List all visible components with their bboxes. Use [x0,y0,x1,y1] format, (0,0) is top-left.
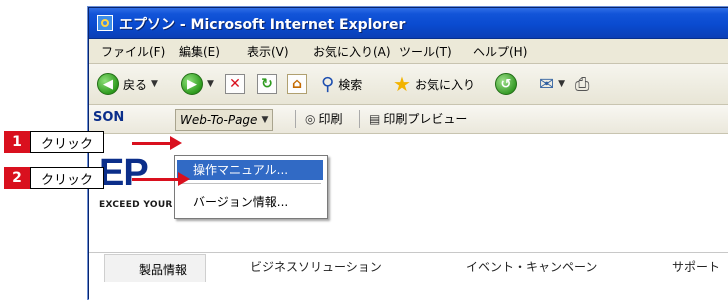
menu-tools[interactable]: ツール(T) [399,43,452,60]
printer-icon: ⎙ [575,73,590,95]
home-button[interactable]: ⌂ [287,72,307,96]
divider [89,252,728,253]
chevron-down-icon: ▼ [207,79,214,89]
chevron-down-icon: ▼ [558,79,566,89]
favorites-button[interactable]: ★ お気に入り [393,72,475,96]
stop-button[interactable]: ✕ [225,72,245,96]
search-button[interactable]: ⚲ 検索 [321,72,362,96]
back-arrow-icon: ◀ [97,73,119,95]
callout-2: 2 クリック [4,167,105,189]
print-button[interactable]: ◎ 印刷 [305,110,343,127]
link-bar: SON Web-To-Page ▼ ◎ 印刷 ▤ 印刷プレビュー [89,105,728,134]
history-button[interactable]: ↺ [495,72,517,96]
menu-item-version[interactable]: バージョン情報... [177,192,323,212]
chevron-down-icon: ▼ [261,115,269,125]
arrow-2-head [178,172,190,186]
tab-events[interactable]: イベント・キャンペーン [466,253,597,281]
forward-button[interactable]: ▶ ▼ [181,72,214,96]
menu-edit[interactable]: 編集(E) [179,43,220,60]
step-number: 1 [4,131,30,153]
print-preview-button[interactable]: ▤ 印刷プレビュー [369,110,467,127]
preview-label: 印刷プレビュー [383,112,468,126]
back-label: 戻る [123,77,148,92]
refresh-icon: ↻ [257,74,277,94]
preview-icon: ▤ [369,111,381,126]
star-icon: ★ [393,72,411,96]
forward-arrow-icon: ▶ [181,73,203,95]
tab-business-solutions[interactable]: ビジネスソリューション [250,253,382,281]
toolbar: ◀ 戻る ▼ ▶ ▼ ✕ ↻ ⌂ ⚲ 検索 ★ お気に入り ↺ ✉ ▼ ⎙ [89,64,728,105]
callout-1: 1 クリック [4,131,105,153]
ie-icon [97,15,113,31]
refresh-button[interactable]: ↻ [257,72,277,96]
tab-label: 製品情報 [139,263,188,277]
favorites-label: お気に入り [414,77,475,92]
menu-view[interactable]: 表示(V) [247,43,289,60]
separator [359,110,360,128]
menu-favorites[interactable]: お気に入り(A) [313,43,391,60]
menu-file[interactable]: ファイル(F) [101,43,165,60]
web-to-page-menu: 操作マニュアル... バージョン情報... [174,155,328,219]
tab-support[interactable]: サポート [672,253,720,281]
arrow-2-line [132,178,180,181]
print-label: 印刷 [318,112,343,126]
stop-icon: ✕ [225,74,245,94]
menu-bar: ファイル(F) 編集(E) 表示(V) お気に入り(A) ツール(T) ヘルプ(… [89,39,728,64]
history-icon: ↺ [495,73,517,95]
brand-fragment: SON [93,110,125,125]
arrow-1-head [170,136,182,150]
home-icon: ⌂ [287,74,307,94]
menu-item-manual[interactable]: 操作マニュアル... [177,160,323,180]
title-bar: エプソン - Microsoft Internet Explorer [89,8,728,39]
window-title: エプソン - Microsoft Internet Explorer [119,17,406,33]
web-to-page-label: Web-To-Page [180,113,258,127]
print-toolbar-button[interactable]: ⎙ [575,72,589,96]
back-button[interactable]: ◀ 戻る ▼ [97,72,158,96]
menu-help[interactable]: ヘルプ(H) [473,43,527,60]
mail-icon: ✉ [539,73,555,95]
callout-text: クリック [30,167,105,189]
menu-separator [179,183,321,184]
tab-products[interactable]: 製品情報 [104,254,206,282]
separator [295,110,296,128]
callout-text: クリック [30,131,105,153]
search-label: 検索 [338,77,363,92]
search-icon: ⚲ [321,73,335,95]
mail-button[interactable]: ✉ ▼ [539,72,565,96]
print-icon: ◎ [305,111,316,126]
chevron-down-icon: ▼ [151,79,158,89]
epson-logo[interactable]: EP [99,152,149,195]
web-to-page-button[interactable]: Web-To-Page ▼ [175,109,274,131]
step-number: 2 [4,167,30,189]
arrow-1-line [132,142,172,145]
